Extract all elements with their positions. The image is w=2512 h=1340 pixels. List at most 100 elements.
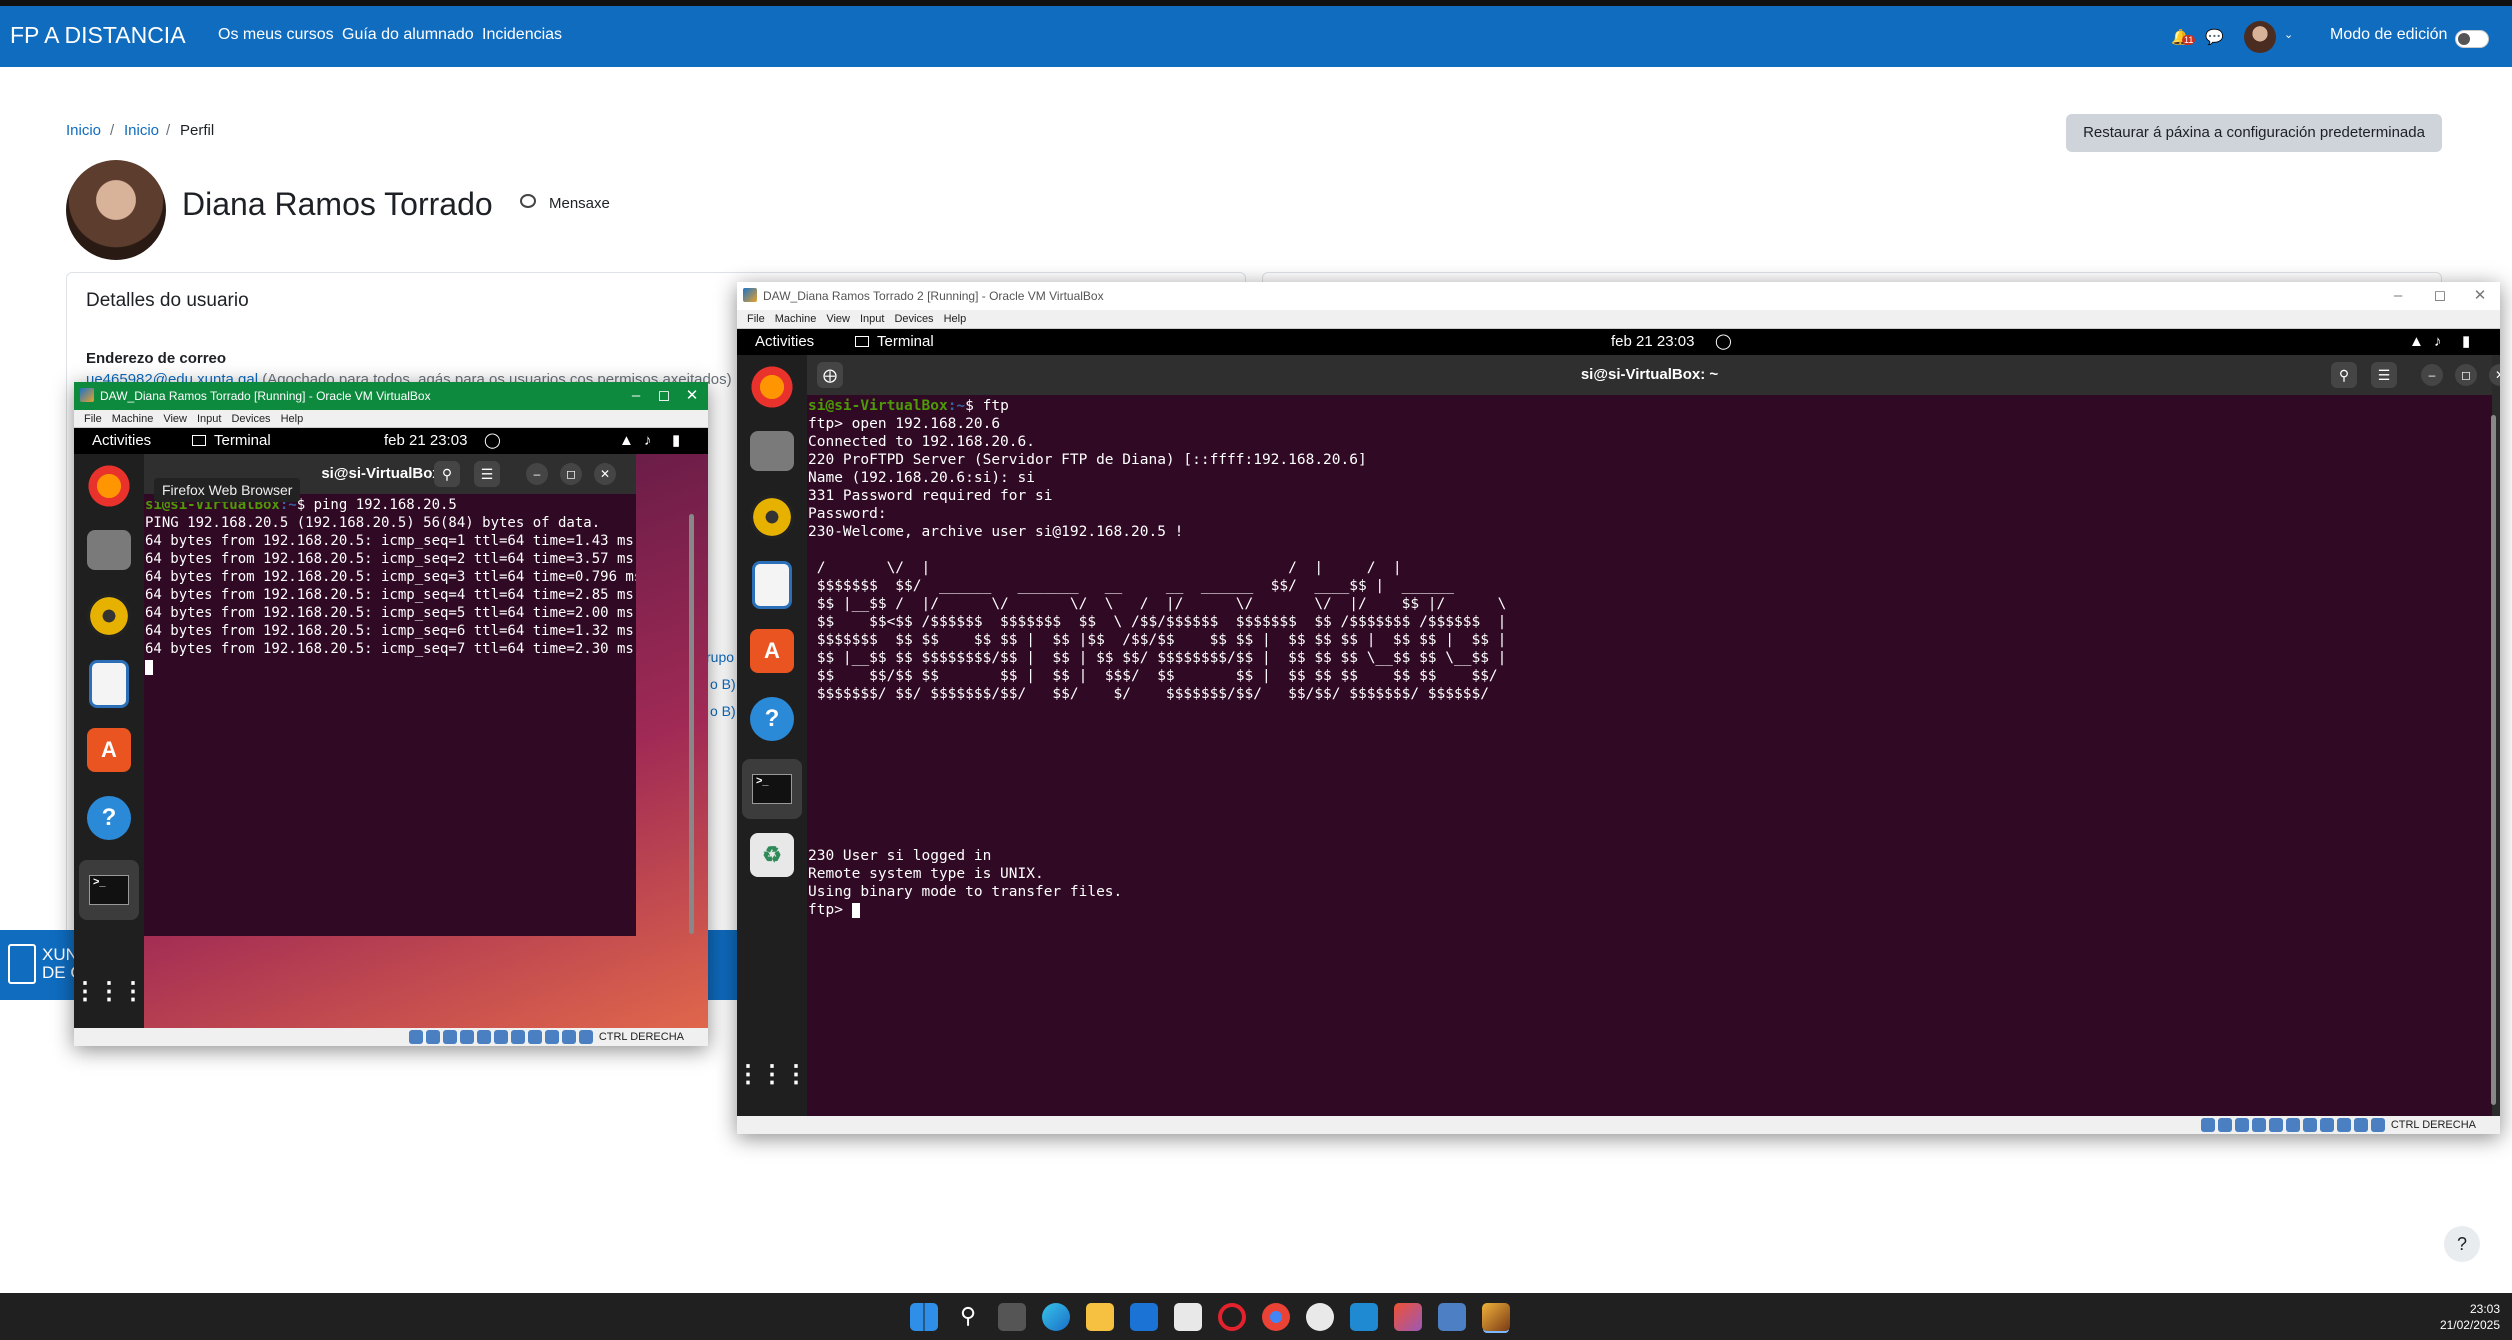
display-icon[interactable]	[2302, 1118, 2317, 1133]
menu-input[interactable]: Input	[860, 310, 884, 329]
search-icon[interactable]: ⚲	[434, 461, 460, 487]
terminal-scrollbar[interactable]	[2491, 415, 2496, 1105]
hdd-icon[interactable]	[408, 1030, 423, 1045]
mouse-integration-icon[interactable]	[2353, 1118, 2368, 1133]
message-button[interactable]: Mensaxe	[549, 195, 610, 212]
menu-help[interactable]: Help	[281, 410, 304, 428]
close-icon[interactable]: ✕	[2466, 282, 2494, 310]
hamburger-menu-icon[interactable]: ☰	[2371, 362, 2397, 388]
menu-file[interactable]: File	[84, 410, 102, 428]
files-icon[interactable]	[750, 431, 794, 471]
hdd-icon[interactable]	[2200, 1118, 2215, 1133]
cpu-icon[interactable]	[2336, 1118, 2351, 1133]
message-icon[interactable]	[520, 194, 536, 208]
store-icon[interactable]	[1174, 1303, 1202, 1331]
maximize-icon[interactable]: ◻	[2426, 282, 2454, 310]
menu-input[interactable]: Input	[197, 410, 221, 428]
group-link[interactable]: rupo	[706, 649, 734, 665]
terminal-dock-item[interactable]: >_	[79, 860, 139, 920]
menu-devices[interactable]: Devices	[894, 310, 933, 329]
maximize-icon[interactable]: ◻	[2455, 364, 2477, 386]
volume-icon[interactable]: ♪	[644, 428, 652, 454]
volume-icon[interactable]: ♪	[2434, 329, 2442, 355]
task-view-icon[interactable]	[998, 1303, 1026, 1331]
firefox-icon[interactable]	[85, 462, 133, 510]
audio-icon[interactable]	[442, 1030, 457, 1045]
battery-icon[interactable]: ▮	[2462, 329, 2470, 355]
cpu-icon[interactable]	[544, 1030, 559, 1045]
recording-icon[interactable]	[2319, 1118, 2334, 1133]
file-explorer-icon[interactable]	[1086, 1303, 1114, 1331]
help-icon[interactable]: ?	[750, 697, 794, 741]
chrome-icon[interactable]	[1262, 1303, 1290, 1331]
clock[interactable]: feb 21 23:03	[1611, 329, 1694, 355]
opera-icon[interactable]	[1218, 1303, 1246, 1331]
vm2-terminal-header[interactable]: ⨁ si@si-VirtualBox: ~ ⚲ ☰ – ◻ ✕	[807, 355, 2500, 395]
menu-machine[interactable]: Machine	[112, 410, 154, 428]
minimize-icon[interactable]: –	[526, 463, 548, 485]
software-icon[interactable]: A	[87, 728, 131, 772]
usb-icon[interactable]	[2268, 1118, 2283, 1133]
edge-icon[interactable]	[1042, 1303, 1070, 1331]
vm1-titlebar[interactable]: DAW_Diana Ramos Torrado [Running] - Orac…	[74, 382, 708, 410]
audio-icon[interactable]	[2234, 1118, 2249, 1133]
help-button[interactable]: ?	[2444, 1226, 2480, 1262]
chevron-down-icon[interactable]: ⌄	[2284, 28, 2293, 41]
taskbar-clock[interactable]: 23:03 21/02/2025	[2440, 1301, 2500, 1333]
keyboard-icon[interactable]	[2370, 1118, 2385, 1133]
clock[interactable]: feb 21 23:03	[384, 428, 467, 454]
user-menu-avatar[interactable]	[2244, 21, 2276, 53]
vm2-terminal-output[interactable]: si@si-VirtualBox:~$ ftp ftp> open 192.16…	[807, 395, 2492, 1116]
network-status-icon[interactable]	[2251, 1118, 2266, 1133]
vm2-titlebar[interactable]: DAW_Diana Ramos Torrado 2 [Running] - Or…	[737, 282, 2500, 310]
usb-icon[interactable]	[476, 1030, 491, 1045]
git-icon[interactable]	[1394, 1303, 1422, 1331]
terminal-scrollbar[interactable]	[689, 514, 694, 934]
breadcrumb-home[interactable]: Inicio	[66, 122, 101, 139]
maximize-icon[interactable]: ◻	[560, 463, 582, 485]
trash-icon[interactable]: ♻	[750, 833, 794, 877]
files-icon[interactable]	[87, 530, 131, 570]
vscode-icon[interactable]	[1350, 1303, 1378, 1331]
nav-incidents[interactable]: Incidencias	[482, 26, 562, 44]
writer-icon[interactable]	[752, 561, 792, 609]
optical-icon[interactable]	[2217, 1118, 2232, 1133]
menu-file[interactable]: File	[747, 310, 765, 329]
firefox-icon[interactable]	[748, 363, 796, 411]
inkscape-icon[interactable]	[1306, 1303, 1334, 1331]
writer-icon[interactable]	[89, 660, 129, 708]
close-icon[interactable]: ✕	[594, 463, 616, 485]
recording-icon[interactable]	[527, 1030, 542, 1045]
nav-student-guide[interactable]: Guía do alumnado	[342, 26, 474, 44]
virtualbox-taskbar-icon[interactable]	[1438, 1303, 1466, 1331]
mouse-integration-icon[interactable]	[561, 1030, 576, 1045]
close-icon[interactable]: ✕	[678, 382, 706, 410]
search-icon[interactable]: ⚲	[954, 1303, 982, 1331]
battery-icon[interactable]: ▮	[672, 428, 680, 454]
minimize-icon[interactable]: –	[2384, 282, 2412, 310]
keyboard-icon[interactable]	[578, 1030, 593, 1045]
vm1-terminal-output[interactable]: si@si-VirtualBox:~$ ping 192.168.20.5 PI…	[144, 494, 636, 936]
hamburger-menu-icon[interactable]: ☰	[474, 461, 500, 487]
app-menu[interactable]: Terminal	[877, 329, 934, 355]
menu-devices[interactable]: Devices	[231, 410, 270, 428]
menu-view[interactable]: View	[163, 410, 187, 428]
minimize-icon[interactable]: –	[622, 382, 650, 410]
group-link[interactable]: o B)	[710, 676, 736, 692]
activities-button[interactable]: Activities	[755, 329, 814, 355]
search-icon[interactable]: ⚲	[2331, 362, 2357, 388]
display-icon[interactable]	[510, 1030, 525, 1045]
menu-view[interactable]: View	[826, 310, 850, 329]
calendar-icon[interactable]	[1130, 1303, 1158, 1331]
shared-folder-icon[interactable]	[2285, 1118, 2300, 1133]
software-icon[interactable]: A	[750, 629, 794, 673]
restore-default-button[interactable]: Restaurar á páxina a configuración prede…	[2066, 114, 2442, 152]
app-menu[interactable]: Terminal	[214, 428, 271, 454]
group-link[interactable]: o B)	[710, 703, 736, 719]
menu-help[interactable]: Help	[944, 310, 967, 329]
start-icon[interactable]	[910, 1303, 938, 1331]
network-icon[interactable]: ▲	[2409, 329, 2424, 355]
virtualbox-vm-icon[interactable]	[1482, 1303, 1510, 1331]
edit-mode-toggle[interactable]	[2455, 30, 2489, 48]
chat-icon[interactable]: 💬	[2205, 28, 2224, 46]
